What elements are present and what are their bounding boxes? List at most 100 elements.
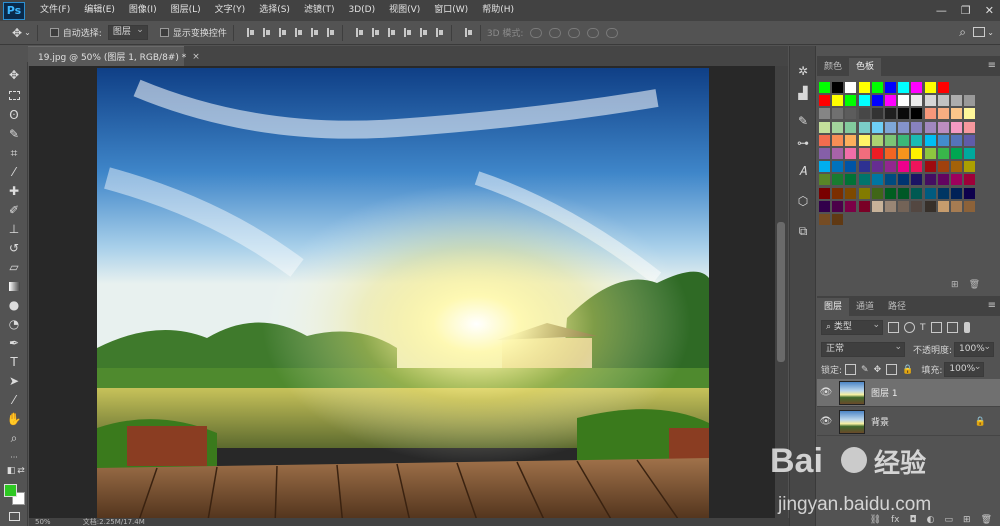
align-bottom-edges-icon[interactable] [277,27,288,38]
color-swatch[interactable] [871,174,883,186]
3d-scale-icon[interactable] [606,27,619,38]
eye-icon[interactable]: 👁 [817,416,835,427]
color-swatch[interactable] [924,82,936,93]
color-swatch[interactable] [911,134,923,146]
color-swatch[interactable] [951,121,962,133]
auto-select-checkbox[interactable] [49,28,59,37]
color-swatch[interactable] [858,174,870,186]
color-swatch[interactable] [964,187,976,199]
color-swatch[interactable] [845,82,857,93]
color-swatch[interactable] [832,95,844,107]
color-swatch[interactable] [911,148,923,159]
tab-channels[interactable]: 通道 [849,298,881,316]
color-swatch[interactable] [898,108,910,120]
color-swatch[interactable] [937,148,949,159]
foreground-color-swatch[interactable] [4,484,17,497]
color-swatch[interactable] [858,134,870,146]
align-top-edges-icon[interactable] [245,27,256,38]
color-swatch[interactable] [937,161,949,173]
move-tool-preset[interactable]: ✥ ⌄ [12,26,31,40]
color-swatch[interactable] [911,200,923,212]
tab-layers[interactable]: 图层 [817,298,850,316]
color-swatch[interactable] [819,174,830,186]
color-swatch[interactable] [924,161,936,173]
distribute-bottom-icon[interactable] [386,27,397,38]
delete-layer-icon[interactable]: 🗑 [981,514,992,526]
color-swatch[interactable] [951,174,962,186]
3d-rotate-icon[interactable] [530,27,543,38]
color-swatch[interactable] [819,148,830,159]
color-swatch[interactable] [937,174,949,186]
delete-swatch-icon[interactable]: 🗑 [969,280,980,290]
color-swatch[interactable] [858,108,870,120]
distribute-top-icon[interactable] [354,27,365,38]
color-swatch[interactable] [832,121,844,133]
hand-tool-icon[interactable]: ✋ [5,410,23,428]
menu-3d[interactable]: 3D(D) [341,0,382,21]
color-swatch[interactable] [845,121,857,133]
align-left-edges-icon[interactable] [293,27,304,38]
layer-name[interactable]: 背景 [871,415,889,428]
color-swatch[interactable] [951,148,962,159]
align-horizontal-centers-icon[interactable] [309,27,320,38]
3d-icon[interactable]: ⬡ [794,192,812,210]
eyedropper-tool-icon[interactable]: ⁄ [5,163,23,181]
color-swatch[interactable] [951,161,962,173]
color-swatch[interactable] [845,161,857,173]
color-swatch[interactable] [819,95,830,107]
search-icon[interactable]: ⌕ [959,25,966,40]
color-swatch[interactable] [964,108,976,120]
3d-pan-icon[interactable] [568,27,581,38]
color-swatch[interactable] [871,148,883,159]
3d-roll-icon[interactable] [549,27,562,38]
swap-colors-icon[interactable]: ⇄ [12,462,30,480]
color-swatch[interactable] [964,121,976,133]
color-swatch[interactable] [924,108,936,120]
link-layers-icon[interactable]: ⛓ [870,514,881,526]
zoom-tool-icon[interactable]: ⌕ [5,429,23,447]
document-tab[interactable]: 19.jpg @ 50% (图层 1, RGB/8#) * × [28,46,200,66]
color-swatch[interactable] [898,95,910,107]
color-swatch[interactable] [885,108,896,120]
color-swatch[interactable] [871,161,883,173]
properties-icon[interactable]: ⊶ [794,134,812,152]
brush-presets-icon[interactable]: ✎ [794,112,812,130]
color-swatch[interactable] [845,148,857,159]
lock-pixels-icon[interactable]: ✎ [861,365,869,375]
color-swatch[interactable] [819,134,830,146]
quick-mask-icon[interactable] [5,507,23,525]
color-swatch[interactable] [937,95,949,107]
panel-menu-icon[interactable]: ≡ [988,300,996,311]
character-icon[interactable]: 𝐴 [794,162,812,180]
restore-button[interactable]: ❐ [961,4,971,17]
color-swatch[interactable] [885,148,896,159]
color-swatch[interactable] [885,187,896,199]
color-swatch[interactable] [819,108,830,120]
marquee-tool-icon[interactable] [5,86,23,104]
dodge-tool-icon[interactable]: ◔ [5,315,23,333]
histogram-icon[interactable]: ▟ [794,84,812,102]
color-swatch[interactable] [924,121,936,133]
color-swatch[interactable] [924,95,936,107]
color-swatch[interactable] [845,134,857,146]
close-button[interactable]: ✕ [985,4,994,17]
new-group-icon[interactable]: ▭ [945,514,954,526]
color-swatch[interactable] [885,174,896,186]
color-swatch[interactable] [964,161,976,173]
lock-transparent-icon[interactable] [845,364,857,375]
menu-file[interactable]: 文件(F) [33,0,77,21]
color-swatch[interactable] [832,148,844,159]
color-swatch[interactable] [885,134,896,146]
color-swatch[interactable] [951,200,962,212]
color-swatch[interactable] [964,200,976,212]
vertical-scrollbar[interactable] [775,66,788,526]
tab-swatches[interactable]: 色板 [849,58,882,76]
layer-name[interactable]: 图层 1 [871,386,898,399]
color-swatch[interactable] [858,95,870,107]
color-swatch[interactable] [832,161,844,173]
distribute-left-icon[interactable] [402,27,413,38]
shape-filter-icon[interactable] [930,322,942,333]
tab-color[interactable]: 颜色 [817,58,849,76]
lasso-tool-icon[interactable]: ʘ [5,106,23,124]
color-swatch[interactable] [885,121,896,133]
